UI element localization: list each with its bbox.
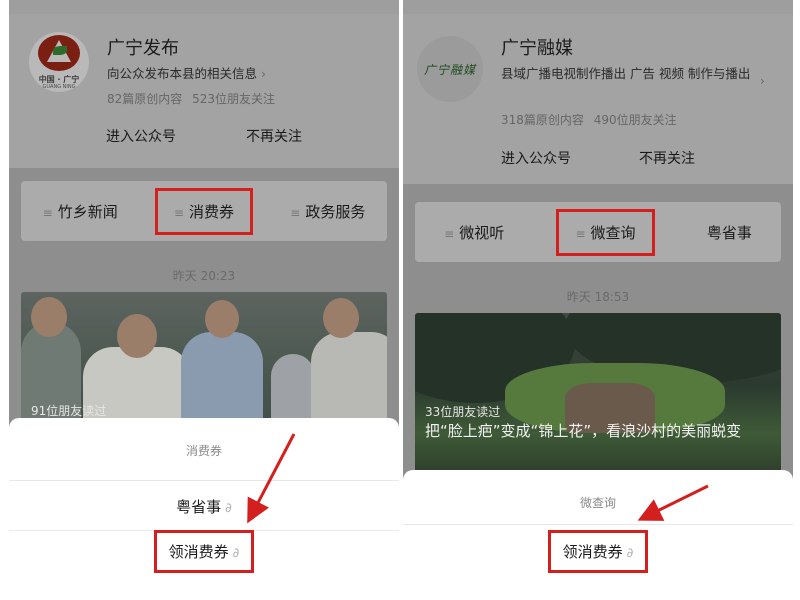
- logo-emblem-leaf: [53, 46, 67, 55]
- sheet-item-claim-coupon[interactable]: 领消费券 ∂: [9, 530, 399, 573]
- account-stats: 82篇原创内容 523位朋友关注: [107, 92, 275, 106]
- menu-bottom-sheet: 微查询 领消费券 ∂: [403, 470, 793, 594]
- account-stats: 318篇原创内容 490位朋友关注: [501, 113, 677, 127]
- left-phone-screen: 中国 · 广宁 GUANG NING 广宁发布 向公众发布本县的相关信息 › 82…: [9, 0, 399, 594]
- menu-item-label: 政务服务: [305, 202, 366, 221]
- enter-account-button[interactable]: 进入公众号: [106, 126, 176, 146]
- link-icon: ∂: [626, 546, 634, 561]
- menu-bottom-sheet: 消费券 粤省事 ∂ 领消费券 ∂: [9, 418, 399, 594]
- menu-item-micro-video[interactable]: ≡ 微视听: [438, 222, 510, 243]
- menu-item-label: 消费券: [189, 202, 235, 221]
- article-readers: 33位朋友读过: [425, 405, 501, 419]
- menu-lines-icon: ≡: [42, 205, 53, 220]
- photo-face: [117, 314, 157, 358]
- link-icon: ∂: [232, 546, 240, 561]
- highlight-box: 领消费券 ∂: [153, 530, 255, 573]
- photo-face: [323, 298, 359, 338]
- account-name: 广宁发布: [107, 38, 179, 59]
- article-readers: 91位朋友读过: [31, 404, 107, 418]
- logo-subcaption: GUANG NING: [42, 84, 76, 90]
- menu-item-label: 微视听: [459, 223, 505, 242]
- menu-lines-icon: ≡: [575, 226, 586, 241]
- menu-item-news[interactable]: ≡ 竹乡新闻: [37, 201, 124, 222]
- link-icon: ∂: [225, 501, 232, 516]
- account-description[interactable]: 县域广播电视制作播出 广告 视频 制作与播出: [501, 64, 763, 84]
- menu-item-coupon[interactable]: ≡ 消费券: [154, 187, 254, 235]
- article-card[interactable]: 33位朋友读过 把“脸上疤”变成“锦上花”，看浪沙村的美丽蜕变: [415, 313, 781, 473]
- logo-wordmark: 广宁融媒: [423, 62, 476, 77]
- menu-lines-icon: ≡: [444, 226, 455, 241]
- menu-item-yueshengshi[interactable]: 粤省事: [701, 222, 758, 243]
- account-description[interactable]: 向公众发布本县的相关信息 ›: [107, 64, 377, 84]
- sheet-title: 微查询: [579, 496, 616, 510]
- account-profile-card: 广宁融媒 广宁融媒 县域广播电视制作播出 广告 视频 制作与播出 › 318篇原…: [403, 14, 793, 184]
- photo-face: [31, 297, 67, 337]
- sheet-item-label: 粤省事: [176, 498, 222, 516]
- profile-actions: 进入公众号 不再关注: [9, 126, 399, 146]
- divider: [9, 480, 399, 481]
- divider: [403, 524, 793, 525]
- menu-item-label: 微查询: [590, 223, 636, 242]
- account-menu-bar: ≡ 微视听 ≡ 微查询 粤省事: [415, 202, 781, 262]
- chevron-right-icon: ›: [760, 74, 765, 88]
- unfollow-button[interactable]: 不再关注: [246, 126, 302, 146]
- account-menu-bar: ≡ 竹乡新闻 ≡ 消费券 ≡ 政务服务: [21, 181, 387, 241]
- sheet-item-label: 领消费券: [562, 543, 623, 561]
- account-name: 广宁融媒: [501, 38, 573, 59]
- menu-item-gov-services[interactable]: ≡ 政务服务: [284, 201, 371, 222]
- enter-account-button[interactable]: 进入公众号: [501, 148, 571, 168]
- menu-item-label: 粤省事: [706, 223, 752, 242]
- sheet-item-yueshengshi[interactable]: 粤省事 ∂: [9, 496, 399, 517]
- sheet-item-label: 领消费券: [168, 543, 229, 561]
- right-phone-screen: 广宁融媒 广宁融媒 县域广播电视制作播出 广告 视频 制作与播出 › 318篇原…: [403, 0, 793, 594]
- unfollow-button[interactable]: 不再关注: [639, 148, 695, 168]
- article-headline: 把“脸上疤”变成“锦上花”，看浪沙村的美丽蜕变: [425, 422, 742, 440]
- menu-item-micro-query[interactable]: ≡ 微查询: [556, 208, 655, 256]
- menu-item-label: 竹乡新闻: [57, 202, 118, 221]
- account-avatar[interactable]: 广宁融媒: [417, 36, 483, 102]
- menu-lines-icon: ≡: [173, 205, 185, 220]
- sheet-title: 消费券: [185, 444, 222, 458]
- account-description-text: 向公众发布本县的相关信息: [107, 66, 258, 81]
- sheet-item-claim-coupon[interactable]: 领消费券 ∂: [403, 530, 793, 573]
- profile-actions: 进入公众号 不再关注: [403, 148, 793, 168]
- highlight-box: 领消费券 ∂: [547, 530, 649, 573]
- message-timestamp: 昨天 18:53: [566, 290, 630, 304]
- menu-lines-icon: ≡: [290, 205, 301, 220]
- chevron-right-icon: ›: [261, 66, 267, 81]
- photo-face: [205, 300, 239, 338]
- account-profile-card: 中国 · 广宁 GUANG NING 广宁发布 向公众发布本县的相关信息 › 82…: [9, 14, 399, 168]
- message-timestamp: 昨天 20:23: [172, 269, 236, 283]
- account-avatar[interactable]: 中国 · 广宁 GUANG NING: [29, 32, 89, 92]
